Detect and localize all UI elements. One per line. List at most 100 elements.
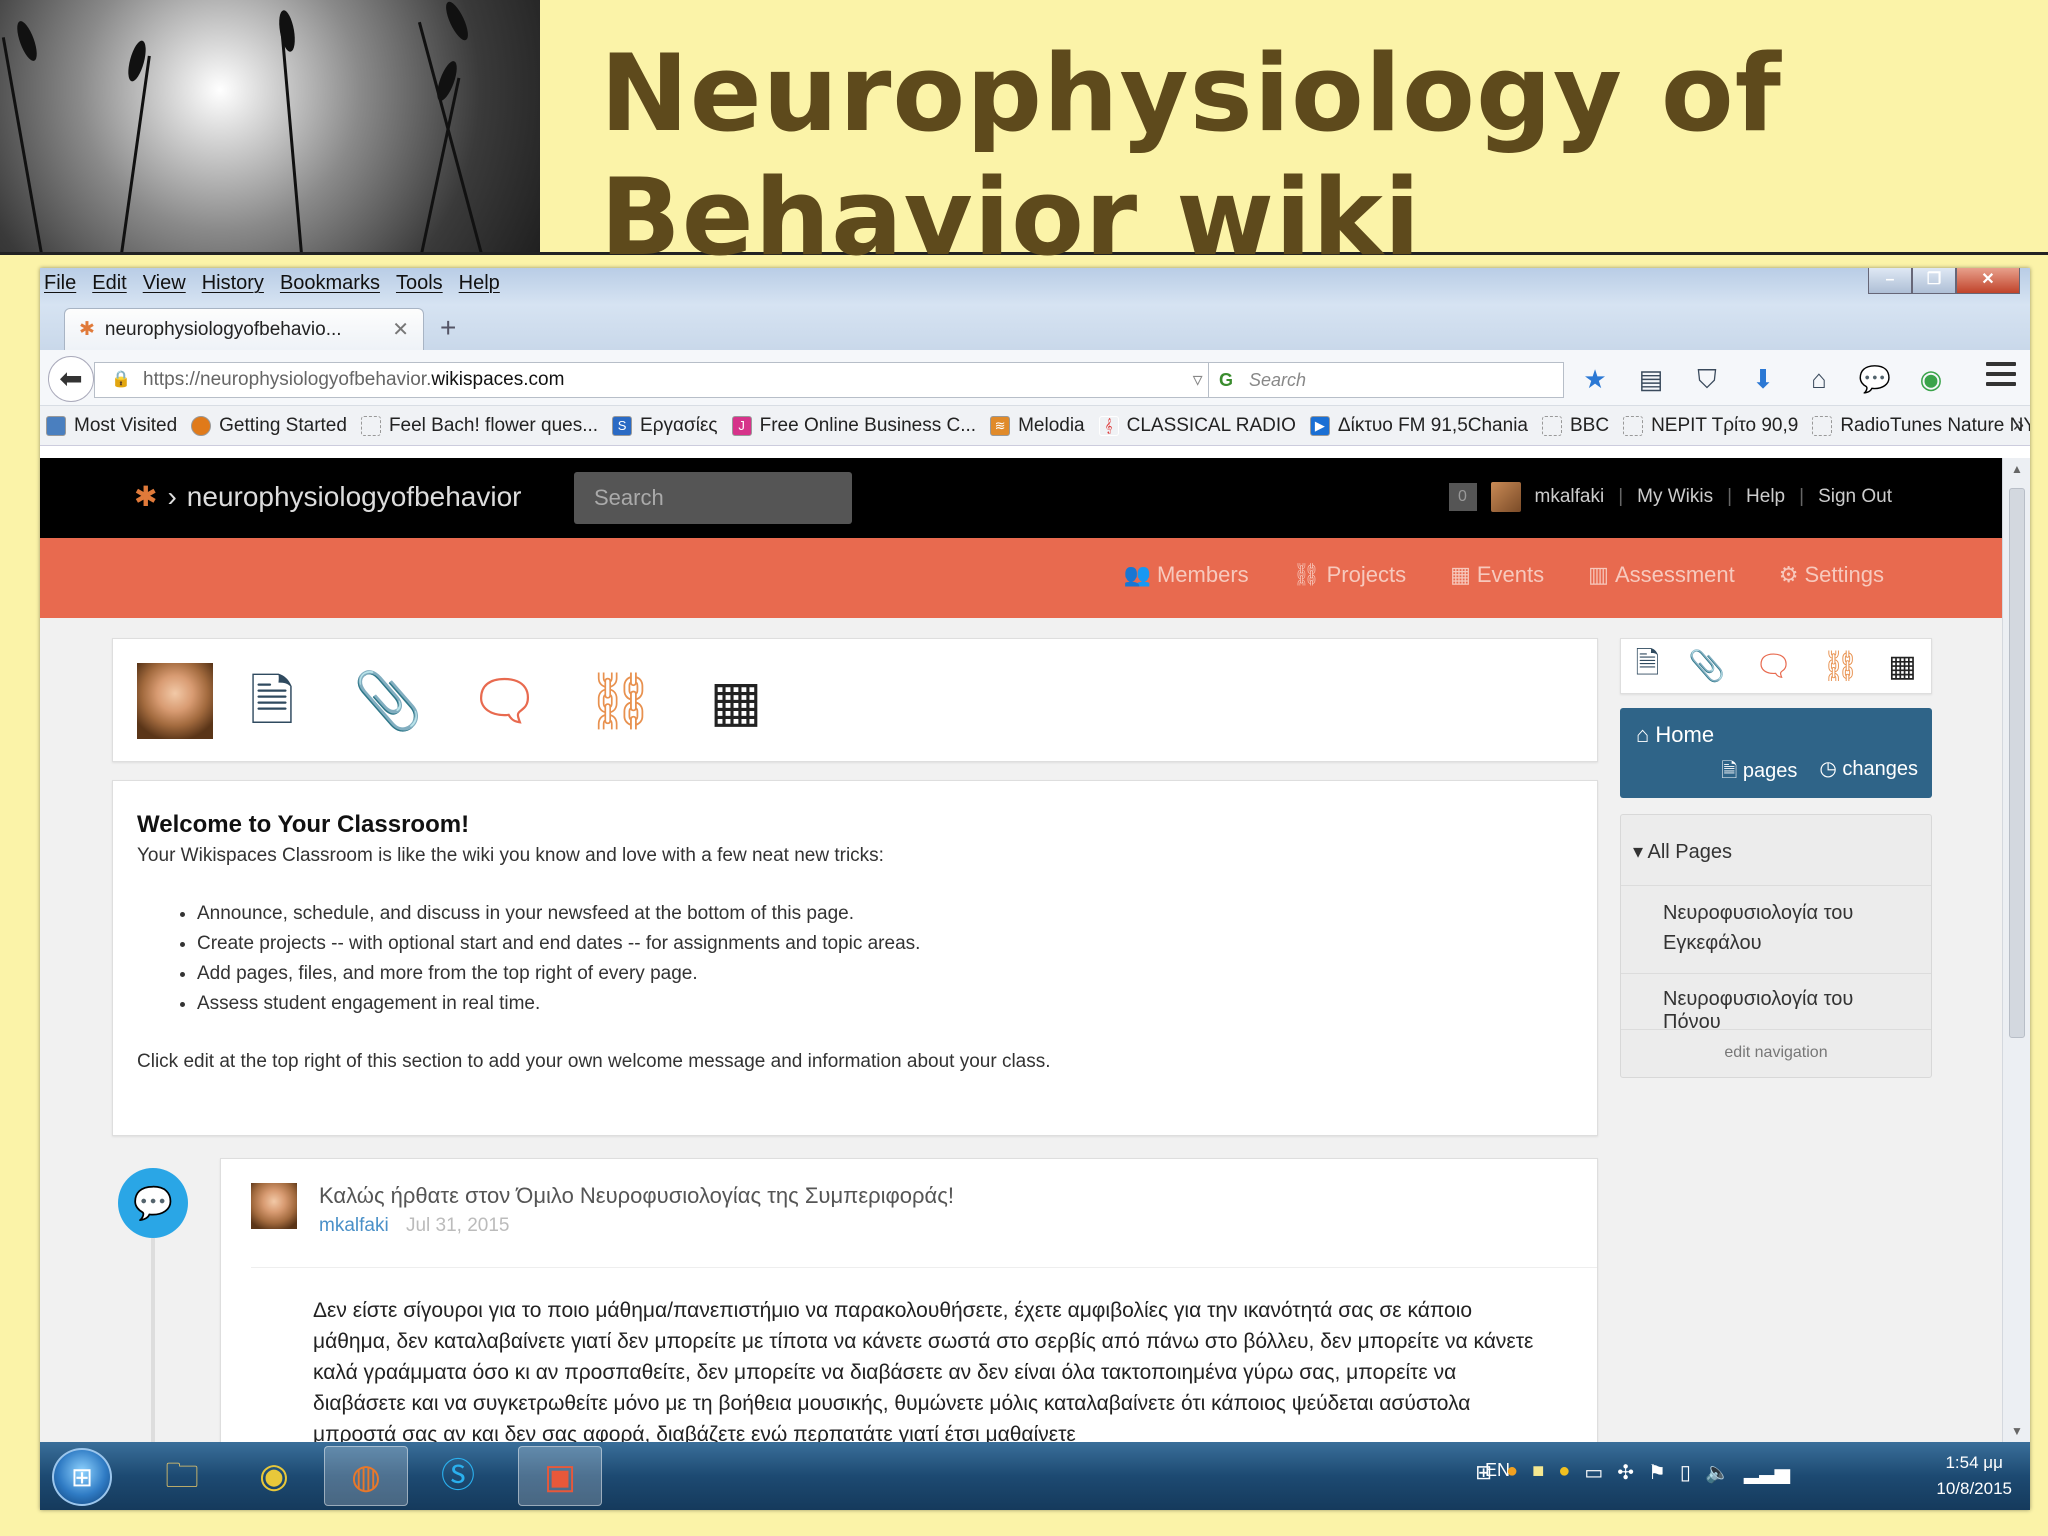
nav-members[interactable]: 👥 Members [1124,562,1249,588]
volume-icon[interactable]: 🔈 [1705,1460,1730,1485]
start-button[interactable]: ⊞ [52,1448,112,1506]
bookmark-item[interactable]: ≋ Melodia [990,415,1085,437]
bookmark-star-icon[interactable]: ★ [1578,364,1612,396]
bookmark-item[interactable]: Most Visited [46,415,177,437]
edit-navigation-link[interactable]: edit navigation [1621,1029,1931,1076]
bookmark-label: Δίκτυο FM 91,5Chania [1337,414,1528,436]
home-icon[interactable]: ⌂ [1802,364,1836,396]
avatar[interactable] [137,663,213,739]
avatar[interactable] [1490,482,1521,512]
browser-search-input[interactable]: G Search [1208,362,1564,398]
power-icon[interactable]: ▯ [1680,1460,1691,1485]
scroll-up-icon[interactable]: ▲ [2011,462,2023,476]
speech-bubble-icon[interactable]: 🗨 [1754,649,1792,684]
sign-out-link[interactable]: Sign Out [1818,486,1892,508]
system-clock[interactable]: 1:54 μμ 10/8/2015 [1936,1450,2012,1502]
more-bookmarks-icon[interactable]: » [2013,414,2024,437]
notification-count[interactable]: 0 [1448,483,1477,511]
chat-icon[interactable]: 💬 [1858,364,1892,396]
menu-history[interactable]: History [202,272,264,304]
chrome-icon[interactable]: ◉ [232,1446,316,1506]
close-window-button[interactable]: ✕ [1956,268,2020,294]
extension-icon[interactable]: ◉ [1914,364,1948,396]
nav-events[interactable]: ▦ Events [1450,562,1544,588]
url-bar[interactable]: 🔒 https://neurophysiologyofbehavior.wiki… [94,362,1236,398]
explorer-icon[interactable]: 🗀 [140,1446,224,1506]
org-chart-icon[interactable]: ⛓ [1821,649,1859,684]
post-author-link[interactable]: mkalfaki [319,1215,389,1236]
menu-bookmarks[interactable]: Bookmarks [280,272,380,304]
bookmark-item[interactable]: BBC [1541,415,1609,437]
calendar-icon[interactable]: ▦ [701,663,771,739]
bookmark-label: Getting Started [219,414,347,436]
help-link[interactable]: Help [1746,486,1785,508]
flag-icon[interactable]: ⚑ [1648,1460,1666,1485]
bookmark-item[interactable]: ΝΕΡΙΤ Τρίτο 90,9 [1623,415,1798,437]
page-icon[interactable]: 🗎 [237,663,307,739]
page-scrollbar[interactable]: ▲ ▼ [2002,458,2030,1442]
bookmark-label: CLASSICAL RADIO [1126,414,1296,436]
menu-file[interactable]: File [44,272,76,304]
home-link[interactable]: ⌂ Home [1636,722,1714,748]
all-pages-toggle[interactable]: ▾ All Pages [1621,825,1931,878]
post-title[interactable]: Καλώς ήρθατε στον Όμιλο Νευροφυσιολογίας… [319,1183,954,1209]
pocket-icon[interactable]: ⛉ [1690,364,1724,396]
restore-button[interactable]: ❐ [1912,268,1956,294]
avatar[interactable] [251,1183,297,1229]
bookmark-item[interactable]: Feel Bach! flower ques... [360,415,598,437]
site-search-input[interactable]: Search [574,472,852,524]
page-icon[interactable]: 🗎 [1635,641,1659,692]
site-logo[interactable]: ✱ › neurophysiologyofbehavior [134,480,521,513]
calendar-icon[interactable]: ▦ [1888,649,1916,684]
new-tab-button[interactable]: + [440,312,456,344]
bookmark-item[interactable]: J Free Online Business C... [731,415,976,437]
speech-bubble-icon[interactable]: 🗨 [469,663,540,739]
bookmark-item[interactable]: S Εργασίες [612,415,718,437]
nav-projects[interactable]: ⛓ Projects [1293,562,1406,588]
notes-icon[interactable]: ■ [1532,1460,1544,1485]
bookmark-item[interactable]: ▶ Δίκτυο FM 91,5Chania [1309,414,1528,437]
browser-tab[interactable]: ✱ neurophysiologyofbehavio... ✕ [64,308,424,350]
skype-icon[interactable]: Ⓢ [416,1446,500,1506]
bookmark-item[interactable]: RadioTunes Nature NY [1812,415,2030,437]
bookmark-item[interactable]: 𝄞 CLASSICAL RADIO [1098,414,1296,437]
page-link[interactable]: Νευροφυσιολογία του Εγκεφάλου [1621,885,1931,970]
scroll-down-icon[interactable]: ▼ [2011,1424,2023,1438]
home-sublinks: 🗎 pages ◷ changes [1721,756,1918,790]
signal-icon[interactable]: ▂▃▅ [1744,1460,1790,1485]
user-menu: 0 mkalfaki | My Wikis | Help | Sign Out [1448,482,1892,512]
update-icon[interactable]: ● [1506,1460,1518,1485]
pages-link[interactable]: 🗎 pages [1721,756,1797,790]
paperclip-icon[interactable]: 📎 [1688,649,1725,684]
powerpoint-icon[interactable]: ▣ [518,1446,602,1506]
org-chart-icon[interactable]: ⛓ [585,663,656,739]
back-button[interactable]: ⬅ [48,356,94,402]
bookmark-item[interactable]: Getting Started [191,415,347,437]
paperclip-icon[interactable]: 📎 [353,663,423,739]
network-share-icon[interactable]: ✣ [1617,1460,1634,1485]
breadcrumb-arrow-icon: › [167,480,177,512]
menu-edit[interactable]: Edit [92,272,126,304]
monitor-icon[interactable]: ▭ [1584,1460,1603,1485]
username-link[interactable]: mkalfaki [1535,486,1605,508]
firefox-icon[interactable]: ◍ [324,1446,408,1506]
pages-label: pages [1742,760,1798,782]
changes-link[interactable]: ◷ changes [1819,756,1918,790]
windows-flag-icon[interactable]: ⊞ [1475,1460,1492,1485]
scrollbar-thumb[interactable] [2009,488,2025,1038]
nav-settings[interactable]: ⚙ Settings [1779,562,1884,588]
menu-help[interactable]: Help [459,272,500,304]
close-tab-icon[interactable]: ✕ [392,317,409,342]
clock-icon: ◷ [1819,758,1843,780]
hamburger-menu-icon[interactable] [1986,362,2016,390]
norton-icon[interactable]: ● [1558,1460,1570,1485]
nav-assessment[interactable]: ▥ Assessment [1588,562,1735,588]
bookmarks-list-icon[interactable]: ▤ [1634,364,1668,396]
my-wikis-link[interactable]: My Wikis [1637,486,1713,508]
menu-tools[interactable]: Tools [396,272,443,304]
caret-down-icon: ▾ [1633,841,1648,863]
nav-label: Events [1476,562,1545,587]
menu-view[interactable]: View [143,272,186,304]
download-icon[interactable]: ⬇ [1746,364,1780,396]
minimize-button[interactable]: – [1868,268,1912,294]
